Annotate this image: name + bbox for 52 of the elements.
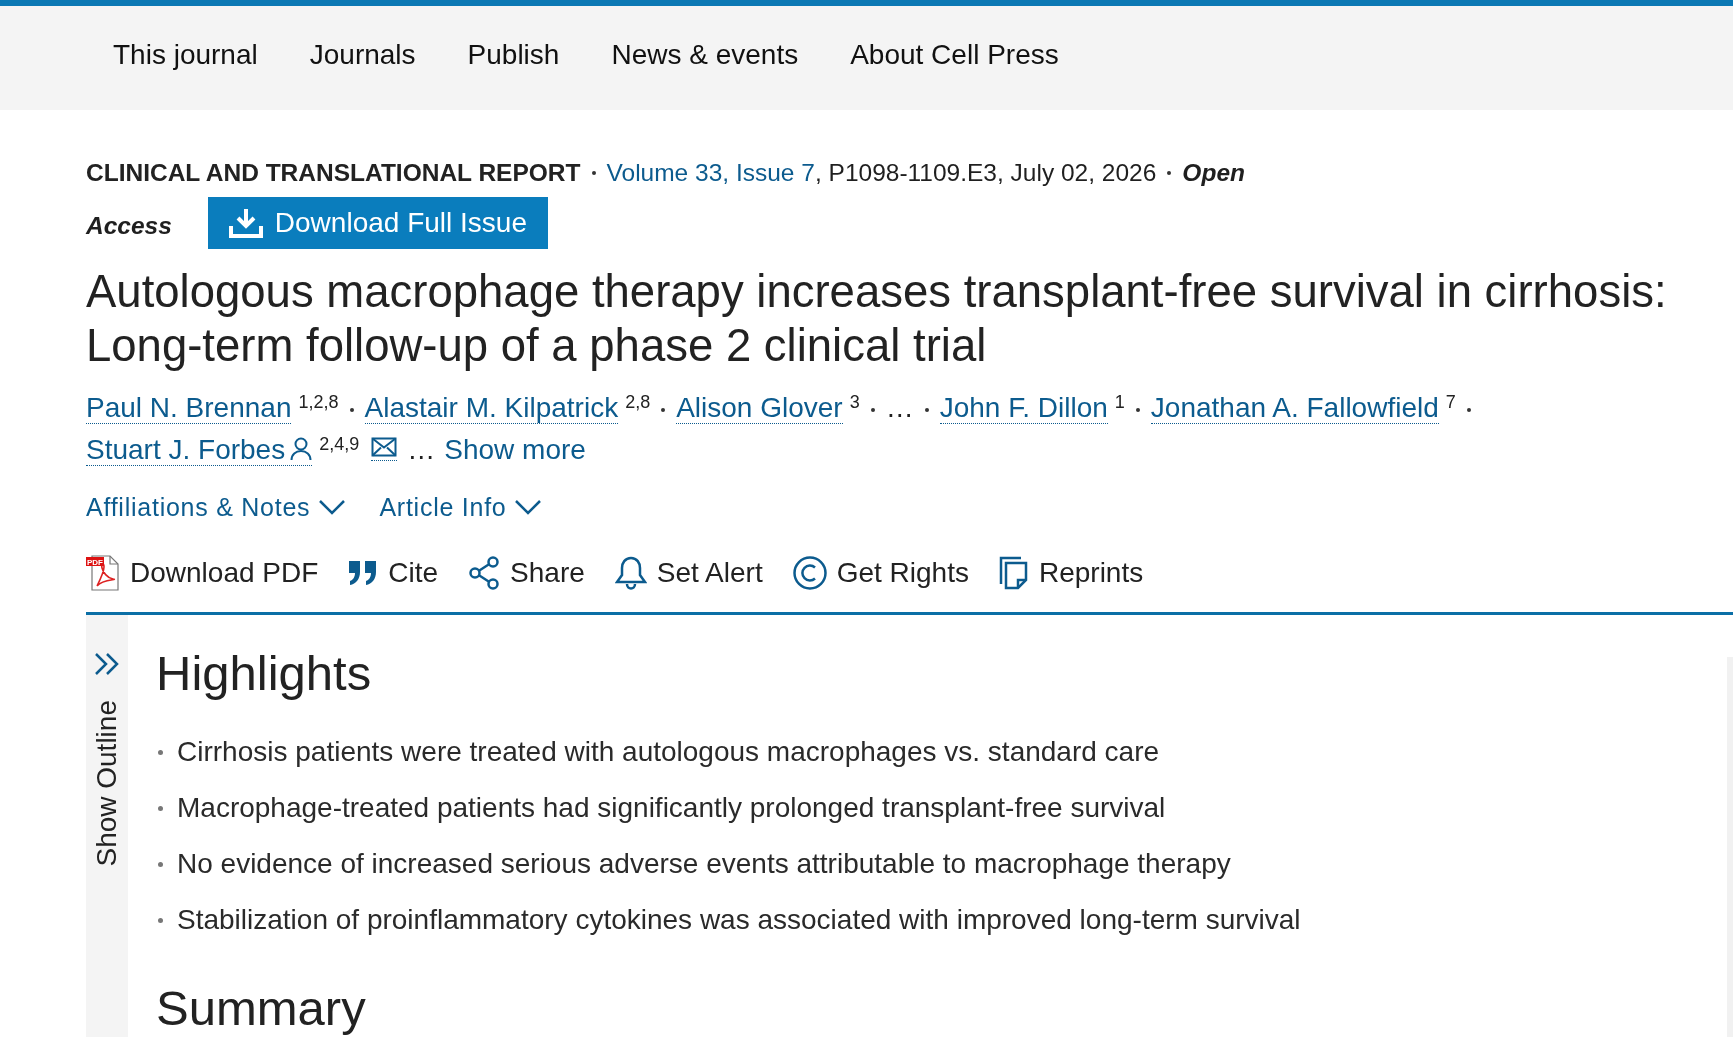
affiliation-numbers: 1,2,8	[298, 392, 339, 412]
nav-link[interactable]: About Cell Press	[850, 37, 1059, 73]
info-toggle[interactable]: Article Info	[379, 489, 543, 525]
quote-icon	[348, 560, 379, 586]
highlight-text: Macrophage-treated patients had significantly prolonged transplant-free survival	[177, 791, 1166, 825]
download-icon	[227, 207, 264, 239]
show-outline-button[interactable]: Show Outline	[93, 652, 121, 867]
ellipsis-text: …	[885, 392, 914, 423]
download-pdf-button[interactable]: PDF Download PDF	[86, 555, 319, 591]
affiliation-numbers: 7	[1445, 392, 1456, 412]
author-link[interactable]: Paul N. Brennan	[86, 392, 292, 424]
author-link[interactable]: Alastair M. Kilpatrick	[364, 392, 619, 424]
affiliation-numbers: 3	[849, 392, 860, 412]
nav-link[interactable]: Journals	[309, 37, 416, 73]
issue-link[interactable]: Volume 33, Issue 7	[606, 155, 815, 191]
article-type: CLINICAL AND TRANSLATIONAL REPORT	[86, 158, 581, 188]
nav-link[interactable]: This journal	[113, 37, 258, 73]
section-heading: Summary	[156, 984, 367, 1033]
author-link[interactable]: Jonathan A. Fallowfield	[1150, 392, 1439, 424]
section-heading: Highlights	[156, 645, 373, 702]
cite-button[interactable]: Cite	[348, 555, 439, 591]
citation-text: , P1098-1109.E3, July 02, 2026	[814, 158, 1157, 188]
highlight-text: Cirrhosis patients were treated with autologous macrophages vs. standard care	[177, 735, 1160, 769]
share-icon	[468, 556, 501, 590]
bullet-icon	[158, 861, 163, 867]
download-full-issue-button[interactable]: Download Full Issue	[207, 197, 548, 249]
nav-link[interactable]: News & events	[611, 37, 799, 73]
pages-icon	[998, 556, 1029, 590]
bullet-icon	[158, 805, 163, 811]
bullet-icon	[158, 749, 163, 755]
affiliation-numbers: 2,4,9	[319, 434, 360, 454]
info-toggle[interactable]: Affiliations & Notes	[86, 489, 347, 525]
author-link[interactable]: Alison Glover	[676, 392, 843, 424]
bell-icon	[614, 556, 647, 590]
author-link[interactable]: John F. Dillon	[939, 392, 1108, 424]
get-rights-button[interactable]: Get Rights	[792, 555, 969, 591]
author-link[interactable]: Stuart J. Forbes	[86, 434, 313, 466]
set-alert-button[interactable]: Set Alert	[614, 555, 763, 591]
highlight-text: No evidence of increased serious adverse events attributable to macrophage therapy	[177, 847, 1231, 881]
nav-link[interactable]: Publish	[467, 37, 560, 73]
bullet-icon	[158, 917, 163, 923]
share-button[interactable]: Share	[468, 555, 585, 591]
reprints-button[interactable]: Reprints	[998, 555, 1144, 591]
show-more-link[interactable]: Show more	[444, 434, 586, 465]
ellipsis-text: …	[407, 434, 436, 465]
access-label: Open	[1182, 158, 1245, 188]
access-label: Access	[86, 211, 172, 241]
highlight-text: Stabilization of proinflammatory cytokines was associated with improved long-term survival	[177, 903, 1301, 937]
article-title: Autologous macrophage therapy increases transplant-free survival in cirrhosis: Long-term follow-up of a phase 2 clinical trial	[86, 265, 1668, 373]
copyright-icon	[792, 556, 827, 590]
affiliation-numbers: 1	[1114, 392, 1125, 412]
affiliation-numbers: 2,8	[625, 392, 651, 412]
